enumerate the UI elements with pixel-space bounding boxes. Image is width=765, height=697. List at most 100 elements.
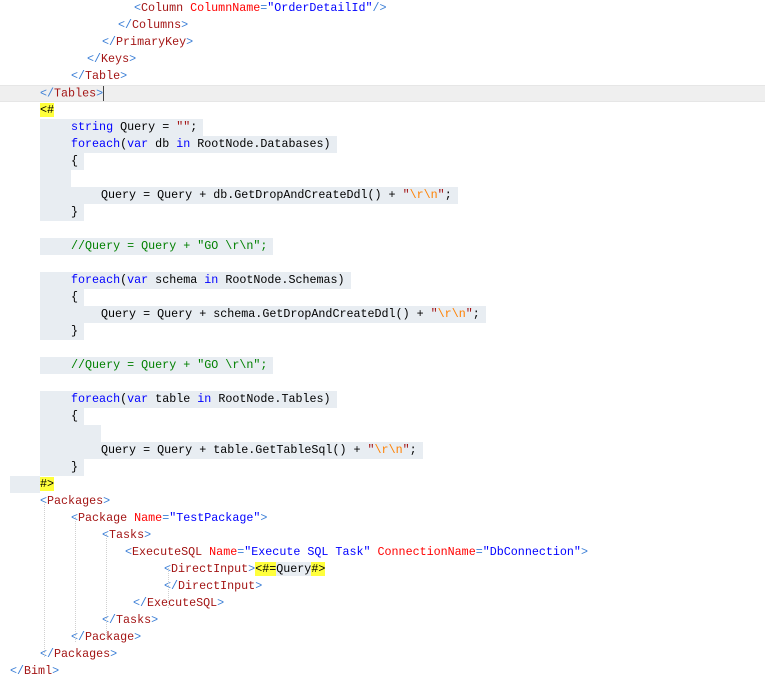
code-line[interactable]: </Tasks>	[0, 612, 765, 629]
code-token: </	[10, 664, 25, 678]
code-token: <	[134, 1, 142, 15]
code-line[interactable]: <Tasks>	[0, 527, 765, 544]
code-line[interactable]: foreach(var db in RootNode.Databases)	[0, 136, 765, 153]
code-line[interactable]: </Tables>	[0, 85, 765, 102]
code-token: #>	[40, 477, 55, 491]
code-line[interactable]: {	[0, 153, 765, 170]
code-token: <	[125, 545, 133, 559]
code-token: //Query = Query + "GO \r\n";	[71, 358, 268, 372]
code-line[interactable]: string Query = "";	[0, 119, 765, 136]
code-token: Packages	[47, 494, 104, 508]
code-line[interactable]: </Columns>	[0, 17, 765, 34]
code-line[interactable]: Query = Query + db.GetDropAndCreateDdl()…	[0, 187, 765, 204]
code-line[interactable]	[0, 374, 765, 391]
code-token: </	[71, 69, 86, 83]
code-line[interactable]: </PrimaryKey>	[0, 34, 765, 51]
code-line[interactable]: Query = Query + schema.GetDropAndCreateD…	[0, 306, 765, 323]
code-line[interactable]	[0, 425, 765, 442]
indent-guide	[44, 502, 45, 657]
code-token: {	[71, 290, 79, 304]
code-line[interactable]: {	[0, 408, 765, 425]
code-token: var	[127, 137, 149, 151]
code-token: </	[102, 35, 117, 49]
code-line[interactable]	[0, 340, 765, 357]
code-token: var	[127, 392, 149, 406]
code-token: "TestPackage"	[169, 511, 261, 525]
code-token: </	[40, 86, 55, 101]
code-token: <#	[40, 103, 55, 117]
code-token: ExecuteSQL	[132, 545, 210, 559]
code-token: table	[148, 392, 198, 406]
code-token: }	[71, 460, 79, 474]
code-token: >	[260, 511, 268, 525]
code-token: RootNode.Schemas)	[218, 273, 345, 287]
text-caret	[103, 86, 105, 101]
code-line[interactable]: foreach(var table in RootNode.Tables)	[0, 391, 765, 408]
code-token: Packages	[54, 647, 111, 661]
code-token: Column	[141, 1, 191, 15]
code-line[interactable]: </Biml>	[0, 663, 765, 680]
code-line[interactable]: foreach(var schema in RootNode.Schemas)	[0, 272, 765, 289]
code-token: }	[71, 205, 79, 219]
code-token: "	[437, 188, 445, 202]
code-line[interactable]: }	[0, 204, 765, 221]
code-line[interactable]: <Package Name="TestPackage">	[0, 510, 765, 527]
code-line[interactable]: }	[0, 323, 765, 340]
indent-guide	[75, 517, 76, 642]
code-token: Table	[85, 69, 121, 83]
code-line[interactable]: <Column ColumnName="OrderDetailId"/>	[0, 0, 765, 17]
code-line[interactable]: //Query = Query + "GO \r\n";	[0, 357, 765, 374]
code-line[interactable]: </Table>	[0, 68, 765, 85]
code-token: }	[71, 324, 79, 338]
code-line[interactable]	[0, 255, 765, 272]
code-token: foreach	[71, 392, 121, 406]
code-line[interactable]	[0, 170, 765, 187]
code-token: Package	[78, 511, 135, 525]
code-token: ""	[176, 120, 191, 134]
code-line[interactable]: <DirectInput><#=Query#>	[0, 561, 765, 578]
code-line[interactable]: </Keys>	[0, 51, 765, 68]
code-token: >	[580, 545, 588, 559]
code-line[interactable]: Query = Query + table.GetTableSql() + "\…	[0, 442, 765, 459]
code-token: foreach	[71, 137, 121, 151]
code-line[interactable]: <#	[0, 102, 765, 119]
code-token: "	[402, 443, 410, 457]
code-token: ColumnName	[190, 1, 261, 15]
code-line[interactable]: }	[0, 459, 765, 476]
code-line[interactable]: <ExecuteSQL Name = "Execute SQL Task" Conn…	[0, 544, 765, 561]
code-token: ConnectionName	[377, 545, 476, 559]
code-line[interactable]: </Package>	[0, 629, 765, 646]
code-line[interactable]: </Packages>	[0, 646, 765, 663]
code-token: >	[255, 579, 263, 593]
code-line[interactable]: <Packages>	[0, 493, 765, 510]
code-token: "DbConnection"	[482, 545, 581, 559]
code-token: DirectInput	[178, 579, 256, 593]
code-line[interactable]: </ExecuteSQL>	[0, 595, 765, 612]
code-token: Query = Query + schema.GetDropAndCreateD…	[101, 307, 431, 321]
code-token: {	[71, 409, 79, 423]
code-line[interactable]: //Query = Query + "GO \r\n";	[0, 238, 765, 255]
code-token: >	[52, 664, 60, 678]
code-token: DirectInput	[171, 562, 249, 576]
code-token: \r\n	[409, 188, 438, 202]
code-token: </	[40, 647, 55, 661]
code-token: />	[372, 1, 387, 15]
code-token: Query =	[113, 120, 177, 134]
code-line[interactable]: {	[0, 289, 765, 306]
code-line[interactable]	[0, 221, 765, 238]
code-token: >	[217, 596, 225, 610]
code-token: ExecuteSQL	[147, 596, 218, 610]
code-token: >	[186, 35, 194, 49]
code-token: Tables	[54, 86, 97, 101]
code-token: Tasks	[116, 613, 152, 627]
code-token: </	[71, 630, 86, 644]
code-token: var	[127, 273, 149, 287]
code-token: //Query = Query + "GO \r\n";	[71, 239, 268, 253]
code-line[interactable]: </DirectInput>	[0, 578, 765, 595]
code-token: <#=	[255, 562, 277, 576]
code-token: Columns	[132, 18, 182, 32]
code-line[interactable]: #>	[0, 476, 765, 493]
code-token: "	[402, 188, 410, 202]
code-token: RootNode.Databases)	[190, 137, 331, 151]
code-token: ;	[190, 120, 198, 134]
